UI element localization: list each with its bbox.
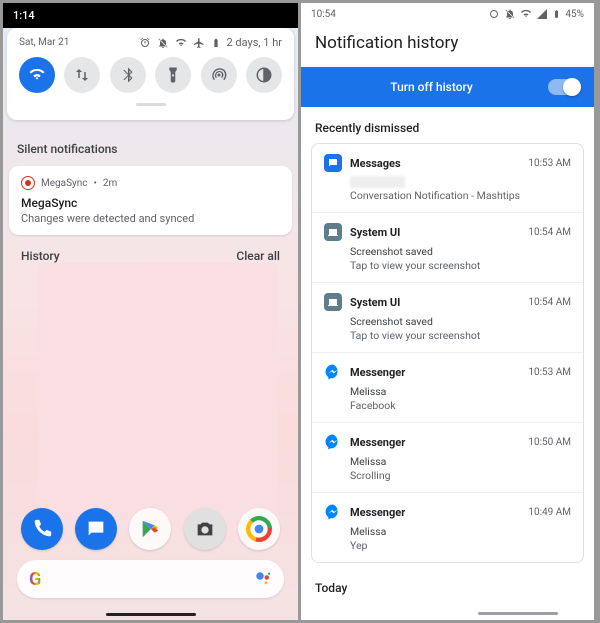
history-button[interactable]: History	[21, 249, 60, 263]
history-app-name: Messages	[350, 157, 520, 170]
qs-tile-data[interactable]	[64, 57, 100, 93]
status-time: 10:54	[311, 9, 336, 20]
notification-title: MegaSync	[21, 196, 280, 210]
history-app-name: System UI	[350, 296, 520, 309]
dnd-off-icon	[157, 37, 169, 49]
history-line1: Screenshot saved	[350, 315, 571, 328]
signal-icon	[536, 8, 548, 20]
history-toggle[interactable]	[548, 79, 580, 95]
silent-notifications-header: Silent notifications	[3, 142, 298, 156]
qs-tile-bluetooth[interactable]	[110, 57, 146, 93]
history-line2: Tap to view your screenshot	[350, 329, 571, 342]
history-item[interactable]: Messenger 10:53 AM MelissaFacebook	[312, 352, 583, 422]
messenger-app-icon	[324, 363, 342, 381]
history-app-name: Messenger	[350, 366, 520, 379]
wifi-icon	[175, 37, 187, 49]
phone-app-icon[interactable]	[21, 508, 63, 550]
history-item[interactable]: System UI 10:54 AM Screenshot savedTap to …	[312, 212, 583, 282]
wifi-icon	[520, 8, 532, 20]
dot-separator: •	[94, 178, 97, 189]
alarm-icon	[488, 8, 500, 20]
history-line2: Scrolling	[350, 469, 571, 482]
qs-expand-handle[interactable]	[136, 103, 166, 106]
mobile-data-icon	[73, 66, 91, 84]
bluetooth-icon	[119, 66, 137, 84]
camera-app-icon[interactable]	[184, 508, 226, 550]
history-line2: Tap to view your screenshot	[350, 259, 571, 272]
history-item[interactable]: System UI 10:54 AM Screenshot savedTap to …	[312, 282, 583, 352]
notification-app-name: MegaSync	[41, 178, 88, 189]
google-logo-icon: G	[29, 569, 41, 590]
history-time: 10:49 AM	[528, 507, 571, 518]
battery-pct: 45%	[565, 9, 584, 20]
battery-detail: 2 days, 1 hr	[227, 36, 283, 49]
history-toggle-bar[interactable]: Turn off history	[301, 67, 594, 107]
qs-tile-dark-theme[interactable]	[246, 57, 282, 93]
wifi-icon	[28, 66, 46, 84]
history-line2: Yep	[350, 539, 571, 552]
gesture-nav-handle[interactable]	[106, 613, 196, 616]
history-list: Messages 10:53 AM Conversation Notificatio…	[311, 143, 584, 563]
qs-tile-flashlight[interactable]	[155, 57, 191, 93]
history-item[interactable]: Messages 10:53 AM Conversation Notificatio…	[312, 144, 583, 212]
qs-tile-hotspot[interactable]	[201, 57, 237, 93]
history-line2: Facebook	[350, 399, 571, 412]
dark-theme-icon	[255, 66, 273, 84]
alarm-icon	[139, 37, 151, 49]
messenger-app-icon	[324, 433, 342, 451]
home-dock	[3, 508, 298, 550]
history-time: 10:53 AM	[528, 367, 571, 378]
notification-card[interactable]: MegaSync • 2m MegaSync Changes were dete…	[9, 166, 292, 235]
gesture-nav-handle[interactable]	[478, 612, 558, 615]
history-item[interactable]: Messenger 10:50 AM MelissaScrolling	[312, 422, 583, 492]
history-time: 10:54 AM	[528, 297, 571, 308]
history-time: 10:53 AM	[528, 158, 571, 169]
history-app-name: System UI	[350, 226, 520, 239]
megasync-app-icon	[21, 176, 35, 190]
system-ui-app-icon	[324, 293, 342, 311]
messenger-app-icon	[324, 503, 342, 521]
history-line2: Conversation Notification - Mashtips	[350, 189, 571, 202]
play-store-app-icon[interactable]	[129, 508, 171, 550]
history-line1: Melissa	[350, 525, 571, 538]
history-line1: Melissa	[350, 385, 571, 398]
messages-app-icon	[324, 154, 342, 172]
recently-dismissed-header: Recently dismissed	[301, 107, 594, 143]
redacted-sender	[350, 176, 405, 188]
status-bar: 1:14	[3, 3, 298, 28]
clear-all-button[interactable]: Clear all	[236, 249, 280, 263]
notification-body: Changes were detected and synced	[21, 212, 280, 225]
qs-tile-wifi[interactable]	[19, 57, 55, 93]
messages-app-icon[interactable]	[75, 508, 117, 550]
notification-history-screen: 10:54 45% Notification history Turn off …	[301, 3, 594, 620]
search-bar[interactable]: G	[17, 560, 284, 598]
status-time: 1:14	[13, 9, 35, 22]
history-time: 10:50 AM	[528, 437, 571, 448]
chrome-app-icon[interactable]	[238, 508, 280, 550]
history-time: 10:54 AM	[528, 227, 571, 238]
history-item[interactable]: Messenger 10:49 AM MelissaYep	[312, 492, 583, 562]
today-header: Today	[301, 573, 594, 603]
qs-status-icons: 2 days, 1 hr	[139, 36, 283, 49]
status-bar: 10:54 45%	[301, 3, 594, 25]
airplane-icon	[193, 37, 205, 49]
page-title: Notification history	[301, 25, 594, 67]
notification-age: 2m	[103, 178, 117, 189]
assistant-icon[interactable]	[254, 570, 272, 588]
qs-date: Sat, Mar 21	[19, 37, 69, 48]
history-line1: Melissa	[350, 455, 571, 468]
toggle-label: Turn off history	[315, 80, 548, 94]
battery-icon	[211, 37, 221, 49]
notification-shade-screen: 1:14 Sat, Mar 21 2 days, 1 hr	[3, 3, 298, 620]
flashlight-icon	[164, 66, 182, 84]
history-app-name: Messenger	[350, 436, 520, 449]
history-app-name: Messenger	[350, 506, 520, 519]
history-line1: Screenshot saved	[350, 245, 571, 258]
hotspot-icon	[210, 66, 228, 84]
dnd-off-icon	[504, 8, 516, 20]
battery-icon	[552, 8, 561, 20]
system-ui-app-icon	[324, 223, 342, 241]
quick-settings-panel: Sat, Mar 21 2 days, 1 hr	[7, 28, 294, 120]
